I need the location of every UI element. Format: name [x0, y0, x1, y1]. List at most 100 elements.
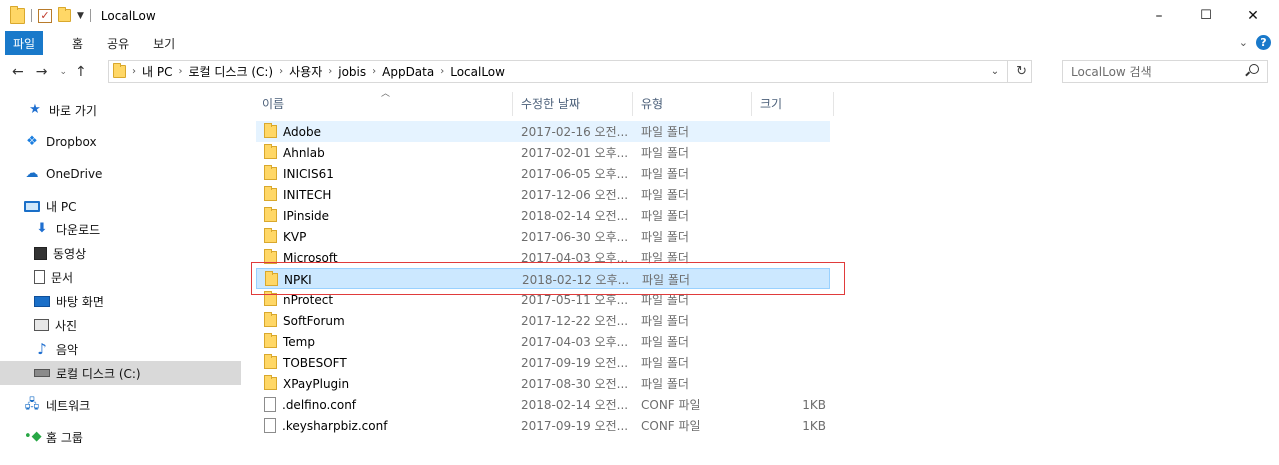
file-row[interactable]: nProtect 2017-05-11 오후... 파일 폴더 [256, 289, 830, 310]
column-divider[interactable] [751, 92, 752, 116]
navigation-pane: ★ 바로 가기 ❖ Dropbox ☁ OneDrive 내 PC ⬇ 다운로드… [0, 94, 243, 465]
customize-dropdown-icon[interactable]: ▼ [77, 11, 84, 21]
file-row[interactable]: TOBESOFT 2017-09-19 오전... 파일 폴더 [256, 352, 830, 373]
file-name-cell: XPayPlugin [264, 373, 349, 394]
tab-share[interactable]: 공유 [107, 35, 129, 52]
tab-view[interactable]: 보기 [153, 35, 175, 52]
breadcrumb-user[interactable]: jobis [338, 65, 366, 79]
address-dropdown-icon[interactable]: ⌄ [991, 66, 999, 77]
folder-icon [10, 5, 25, 24]
column-header-type[interactable]: 유형 [641, 90, 663, 116]
search-icon[interactable] [1249, 64, 1259, 74]
file-row[interactable]: NPKI 2018-02-12 오후... 파일 폴더 [256, 268, 830, 289]
chevron-right-icon[interactable]: › [440, 66, 444, 77]
file-type: 파일 폴더 [641, 230, 689, 244]
minimize-button[interactable]: – [1136, 0, 1182, 31]
tab-file[interactable]: 파일 [5, 31, 43, 55]
breadcrumb-locallow[interactable]: LocalLow [450, 65, 505, 79]
chevron-right-icon[interactable]: › [178, 66, 182, 77]
file-row[interactable]: .keysharpbiz.conf 2017-09-19 오전... CONF 파일… [256, 415, 830, 436]
refresh-icon[interactable]: ↻ [1016, 64, 1027, 79]
breadcrumb-this-pc[interactable]: 내 PC [142, 63, 172, 80]
file-row[interactable]: Adobe 2017-02-16 오전... 파일 폴더 [256, 121, 830, 142]
expand-ribbon-icon[interactable]: ⌄ [1239, 36, 1248, 49]
address-bar[interactable]: › 내 PC › 로컬 디스크 (C:) › 사용자 › jobis › App… [108, 60, 1032, 83]
column-header-name[interactable]: 이름 [262, 90, 284, 116]
desktop-icon [34, 295, 50, 307]
column-divider[interactable] [632, 92, 633, 116]
nav-desktop[interactable]: 바탕 화면 [34, 289, 104, 313]
chevron-right-icon[interactable]: › [279, 66, 283, 77]
file-type: 파일 폴더 [641, 188, 689, 202]
nav-network[interactable]: 🖧 네트워크 [24, 393, 90, 417]
file-row[interactable]: IPinside 2018-02-14 오전... 파일 폴더 [256, 205, 830, 226]
nav-this-pc[interactable]: 내 PC [24, 194, 76, 218]
file-row[interactable]: Ahnlab 2017-02-01 오후... 파일 폴더 [256, 142, 830, 163]
file-row[interactable]: KVP 2017-06-30 오후... 파일 폴더 [256, 226, 830, 247]
nav-dropbox[interactable]: ❖ Dropbox [24, 130, 96, 154]
nav-downloads[interactable]: ⬇ 다운로드 [34, 217, 101, 241]
tab-home[interactable]: 홈 [72, 35, 83, 52]
nav-local-disk[interactable]: 로컬 디스크 (C:) [0, 361, 241, 385]
file-name: .keysharpbiz.conf [282, 418, 388, 433]
divider [1007, 61, 1009, 82]
nav-homegroup[interactable]: •◆ 홈 그룹 [24, 425, 83, 449]
file-icon [264, 418, 276, 433]
forward-button[interactable]: → [36, 64, 48, 80]
folder-icon [264, 249, 277, 264]
column-header-date[interactable]: 수정한 날짜 [521, 90, 580, 116]
cloud-icon: ☁ [25, 166, 39, 181]
file-name-cell: nProtect [264, 289, 333, 310]
file-date: 2017-06-05 오후... [521, 167, 629, 181]
file-name: SoftForum [283, 313, 345, 328]
video-icon [34, 246, 47, 260]
file-row[interactable]: INICIS61 2017-06-05 오후... 파일 폴더 [256, 163, 830, 184]
picture-icon [34, 319, 49, 331]
nav-item-label: OneDrive [46, 167, 103, 181]
file-name-cell: INICIS61 [264, 163, 334, 184]
file-row[interactable]: XPayPlugin 2017-08-30 오전... 파일 폴더 [256, 373, 830, 394]
nav-music[interactable]: ♪ 음악 [34, 337, 78, 361]
nav-documents[interactable]: 문서 [34, 265, 73, 289]
file-name-cell: Adobe [264, 121, 321, 142]
column-divider[interactable] [512, 92, 513, 116]
file-name: INICIS61 [283, 166, 334, 181]
file-name: INITECH [283, 187, 332, 202]
breadcrumb-users[interactable]: 사용자 [289, 63, 322, 80]
file-date: 2017-04-03 오후... [521, 251, 629, 265]
breadcrumb-appdata[interactable]: AppData [382, 65, 434, 79]
window-title: LocalLow [100, 8, 156, 23]
nav-videos[interactable]: 동영상 [34, 241, 86, 265]
file-row[interactable]: SoftForum 2017-12-22 오전... 파일 폴더 [256, 310, 830, 331]
up-button[interactable]: ↑ [75, 64, 87, 80]
folder-icon [264, 375, 277, 390]
properties-icon[interactable]: ✓ [38, 8, 52, 23]
close-button[interactable]: ✕ [1230, 0, 1276, 31]
file-row[interactable]: .delfino.conf 2018-02-14 오전... CONF 파일 1KB [256, 394, 830, 415]
column-header-size[interactable]: 크기 [760, 90, 782, 116]
help-icon[interactable]: ? [1256, 35, 1271, 50]
file-date: 2017-02-16 오전... [521, 125, 629, 139]
chevron-right-icon[interactable]: › [372, 66, 376, 77]
recent-locations-button[interactable]: ⌄ [59, 67, 67, 77]
file-row[interactable]: Microsoft 2017-04-03 오후... 파일 폴더 [256, 247, 830, 268]
maximize-button[interactable]: ☐ [1183, 0, 1229, 31]
file-size: 1KB [802, 397, 826, 412]
file-row[interactable]: Temp 2017-04-03 오후... 파일 폴더 [256, 331, 830, 352]
file-row[interactable]: INITECH 2017-12-06 오전... 파일 폴더 [256, 184, 830, 205]
search-box[interactable] [1062, 60, 1268, 83]
file-name: Temp [283, 334, 315, 349]
nav-pictures[interactable]: 사진 [34, 313, 77, 337]
new-folder-icon[interactable] [58, 7, 71, 22]
breadcrumb-local-disk[interactable]: 로컬 디스크 (C:) [188, 63, 273, 80]
nav-quick-access[interactable]: ★ 바로 가기 [27, 98, 97, 122]
back-button[interactable]: ← [12, 64, 24, 80]
divider [31, 9, 32, 22]
chevron-right-icon[interactable]: › [328, 66, 332, 77]
chevron-right-icon[interactable]: › [132, 66, 136, 77]
folder-icon [264, 228, 277, 243]
nav-onedrive[interactable]: ☁ OneDrive [24, 162, 103, 186]
column-divider[interactable] [833, 92, 834, 116]
search-input[interactable] [1071, 64, 1241, 79]
file-name: IPinside [283, 208, 330, 223]
